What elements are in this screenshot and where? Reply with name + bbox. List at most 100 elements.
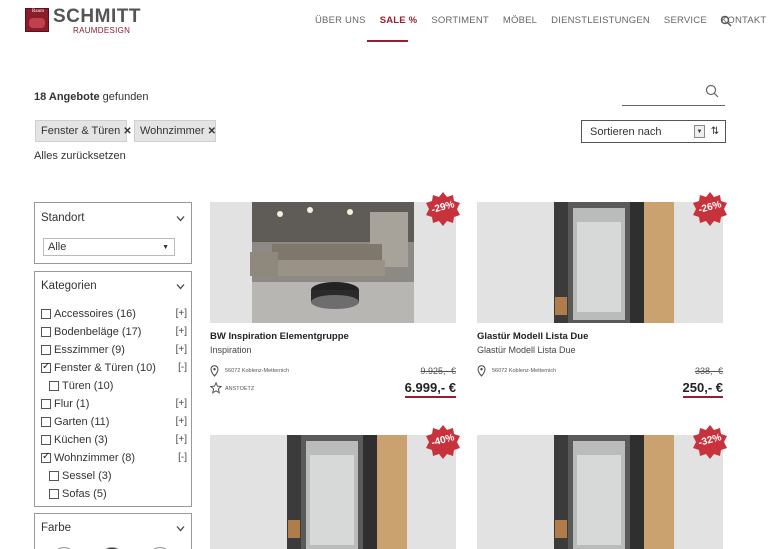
category-item[interactable]: Wohnzimmer (8) [-] (41, 451, 187, 466)
category-expand-toggle[interactable]: [+] (176, 326, 187, 337)
category-item[interactable]: Sessel (3) (49, 470, 187, 484)
category-item[interactable]: Bodenbeläge (17) [+] (41, 326, 187, 340)
product-image[interactable] (210, 435, 456, 549)
category-expand-toggle[interactable]: [+] (176, 344, 187, 355)
price: 6.999,- € (404, 380, 456, 398)
product-title[interactable]: BW Inspiration Elementgruppe (210, 331, 349, 342)
category-checkbox[interactable] (41, 399, 51, 409)
filter-panel-standort: Standort Alle ▼ (34, 202, 192, 264)
discount-badge: -32% (693, 425, 727, 459)
category-item[interactable]: Küchen (3) [+] (41, 434, 187, 448)
brand-subtitle: RAUMDESIGN (73, 26, 131, 35)
category-expand-toggle[interactable]: [-] (178, 452, 187, 463)
category-item[interactable]: Accessoires (16) [+] (41, 308, 187, 322)
chevron-down-icon[interactable] (176, 524, 185, 533)
search-icon[interactable] (720, 15, 732, 27)
nav-ueber-uns[interactable]: ÜBER UNS (315, 15, 366, 29)
category-label: Türen (10) (62, 380, 114, 392)
old-price: 338,- € (694, 366, 723, 376)
category-item[interactable]: Garten (11) [+] (41, 416, 187, 430)
category-checkbox[interactable] (49, 471, 59, 481)
filter-chip-fenster-tueren[interactable]: Fenster & Türen ✕ (35, 120, 132, 142)
remove-filter-icon[interactable]: ✕ (123, 126, 131, 137)
reset-filters-link[interactable]: Alles zurücksetzen (34, 150, 126, 162)
product-location: 56072 Koblenz-Metternich (225, 368, 290, 374)
category-label: Fenster & Türen (10) (54, 362, 156, 374)
search-input[interactable] (622, 80, 702, 104)
category-checkbox[interactable] (41, 417, 51, 427)
category-label: Sessel (3) (62, 470, 112, 482)
category-checkbox[interactable] (41, 327, 51, 337)
panel-title: Farbe (41, 522, 72, 534)
old-price: 9.925,- € (420, 366, 456, 376)
remove-filter-icon[interactable]: ✕ (208, 126, 216, 137)
results-count: 18 Angebote gefunden (34, 91, 149, 103)
search-icon[interactable] (705, 84, 719, 98)
star-icon[interactable] (210, 382, 222, 394)
sort-select[interactable]: Sortieren nach ▼ ⇅ (581, 120, 726, 143)
category-label: Garten (11) (54, 416, 110, 428)
category-label: Esszimmer (9) (54, 344, 125, 356)
category-item[interactable]: Flur (1) [+] (41, 398, 187, 412)
nav-sale[interactable]: SALE % (380, 15, 418, 29)
discount-badge: -29% (426, 192, 460, 226)
logo-mark: Raum (25, 8, 49, 32)
nav-sortiment[interactable]: SORTIMENT (431, 15, 489, 29)
category-expand-toggle[interactable]: [+] (176, 398, 187, 409)
category-expand-toggle[interactable]: [+] (176, 416, 187, 427)
product-subtitle: Glastür Modell Lista Due (477, 345, 576, 355)
category-expand-toggle[interactable]: [+] (176, 434, 187, 445)
category-item[interactable]: Fenster & Türen (10) [-] (41, 361, 187, 376)
category-checkbox[interactable] (49, 489, 59, 499)
category-checkbox[interactable] (41, 435, 51, 445)
category-checkbox[interactable] (49, 381, 59, 391)
location-pin-icon (210, 365, 219, 377)
category-checkbox[interactable] (41, 345, 51, 355)
discount-badge: -40% (426, 425, 460, 459)
panel-title: Kategorien (41, 280, 97, 292)
category-expand-toggle[interactable]: [-] (178, 362, 187, 373)
category-label: Küchen (3) (54, 434, 108, 446)
price: 250,- € (682, 380, 723, 398)
location-pin-icon (477, 365, 486, 377)
category-label: Flur (1) (54, 398, 90, 410)
standort-select[interactable]: Alle ▼ (43, 238, 175, 256)
category-item[interactable]: Türen (10) (49, 380, 187, 394)
category-item[interactable]: Esszimmer (9) [+] (41, 344, 187, 358)
category-checkbox[interactable] (41, 309, 51, 319)
product-image[interactable] (477, 435, 723, 549)
panel-title: Standort (41, 212, 85, 224)
category-expand-toggle[interactable]: [+] (176, 308, 187, 319)
brand-name: SCHMITT (53, 6, 141, 27)
filter-chip-wohnzimmer[interactable]: Wohnzimmer ✕ (134, 120, 216, 142)
chevron-down-icon[interactable] (176, 214, 185, 223)
product-image[interactable] (477, 202, 723, 323)
active-nav-indicator (367, 40, 408, 42)
chevron-down-icon[interactable] (176, 282, 185, 291)
product-location: 56072 Koblenz-Metternich (492, 368, 557, 374)
dropdown-arrow-icon: ▼ (162, 244, 169, 251)
discount-badge: -26% (693, 192, 727, 226)
category-label: Accessoires (16) (54, 308, 136, 320)
site-header: Raum SCHMITT RAUMDESIGN ÜBER UNS SALE % … (0, 0, 768, 44)
category-label: Bodenbeläge (17) (54, 326, 142, 338)
dropdown-arrow-icon[interactable]: ▼ (694, 125, 705, 138)
category-item[interactable]: Sofas (5) (49, 488, 187, 502)
main-nav: ÜBER UNS SALE % SORTIMENT MÖBEL DIENSTLE… (315, 15, 768, 29)
product-title[interactable]: Glastür Modell Lista Due (477, 331, 588, 342)
category-checkbox[interactable] (41, 361, 51, 373)
brand-logo[interactable]: Raum SCHMITT RAUMDESIGN (25, 6, 150, 37)
product-search[interactable] (622, 80, 725, 106)
brand-note: ANSTOETZ (225, 386, 255, 392)
filter-panel-kategorien: Kategorien Accessoires (16) [+] Bodenbeläg… (34, 271, 192, 507)
nav-service[interactable]: SERVICE (664, 15, 707, 29)
category-checkbox[interactable] (41, 451, 51, 463)
product-image[interactable] (210, 202, 456, 323)
filter-panel-farbe: Farbe (34, 513, 192, 549)
product-subtitle: Inspiration (210, 345, 252, 355)
category-label: Sofas (5) (62, 488, 107, 500)
nav-dienstleistungen[interactable]: DIENSTLEISTUNGEN (551, 15, 650, 29)
sort-order-icon[interactable]: ⇅ (709, 125, 721, 138)
category-label: Wohnzimmer (8) (54, 452, 136, 464)
nav-moebel[interactable]: MÖBEL (503, 15, 537, 29)
